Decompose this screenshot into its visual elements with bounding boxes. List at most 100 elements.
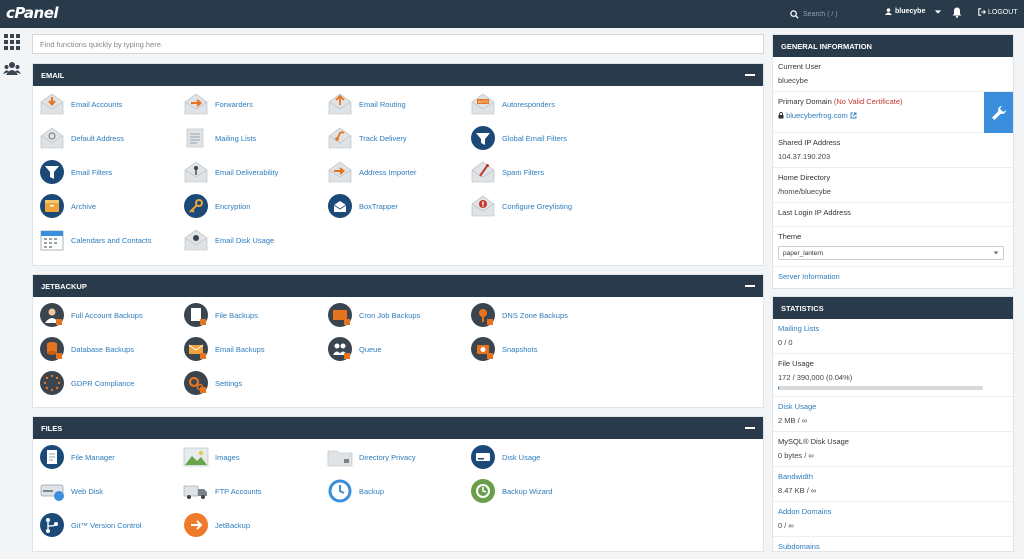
- feature-global-email-filters[interactable]: Global Email Filters: [470, 125, 610, 151]
- stat-label: File Usage: [778, 359, 814, 368]
- feature-forwarders[interactable]: Forwarders: [183, 91, 323, 117]
- feature-gdpr-compliance[interactable]: GDPR Compliance: [39, 370, 179, 396]
- username-label: bluecybe: [895, 8, 926, 15]
- snapshot-icon: [470, 336, 496, 362]
- feature-track-delivery[interactable]: Track Delivery: [327, 125, 467, 151]
- stat-row: Bandwidth 8.47 KB / ∞: [773, 467, 1013, 502]
- general-info-header: GENERAL INFORMATION: [773, 35, 1013, 57]
- collapse-icon[interactable]: [745, 427, 755, 429]
- email-backup-icon: [183, 336, 209, 362]
- feature-address-importer[interactable]: Address Importer: [327, 159, 467, 185]
- email-panel-title: EMAIL: [41, 70, 65, 80]
- feature-mailing-lists[interactable]: Mailing Lists: [183, 125, 323, 151]
- feature-backup-wizard[interactable]: Backup Wizard: [470, 478, 610, 504]
- feature-archive[interactable]: Archive: [39, 193, 179, 219]
- feature-snapshots[interactable]: Snapshots: [470, 336, 610, 362]
- feature-web-disk[interactable]: Web Disk: [39, 478, 179, 504]
- wrench-button[interactable]: [984, 92, 1013, 133]
- feature-label: BoxTrapper: [359, 201, 398, 211]
- feature-autoresponders[interactable]: AUTO Autoresponders: [470, 91, 610, 117]
- feature-full-account-backups[interactable]: Full Account Backups: [39, 302, 179, 328]
- feature-default-address[interactable]: Default Address: [39, 125, 179, 151]
- email-panel-header[interactable]: EMAIL: [33, 64, 763, 86]
- feature-label: Autoresponders: [502, 99, 555, 109]
- feature-backup[interactable]: Backup: [327, 478, 467, 504]
- feature-email-accounts[interactable]: Email Accounts: [39, 91, 179, 117]
- stat-label[interactable]: Subdomains: [778, 542, 1008, 551]
- stat-row: Addon Domains 0 / ∞: [773, 502, 1013, 537]
- jetbackup-panel-header[interactable]: JETBACKUP: [33, 275, 763, 297]
- feature-jetbackup[interactable]: JetBackup: [183, 512, 323, 538]
- feature-email-backups[interactable]: Email Backups: [183, 336, 323, 362]
- primary-domain-label-wrap: Primary Domain (No Valid Certificate): [778, 97, 1008, 106]
- external-link-icon[interactable]: [850, 112, 857, 119]
- feature-email-disk-usage[interactable]: Email Disk Usage: [183, 227, 323, 253]
- feature-encryption[interactable]: Encryption: [183, 193, 323, 219]
- feature-database-backups[interactable]: Database Backups: [39, 336, 179, 362]
- domain-link[interactable]: bluecyberfrog.com: [786, 111, 848, 120]
- feature-email-routing[interactable]: Email Routing: [327, 91, 467, 117]
- stat-label[interactable]: Bandwidth: [778, 472, 1008, 481]
- files-panel-header[interactable]: FILES: [33, 417, 763, 439]
- web-disk-icon: [39, 478, 65, 504]
- top-search-input[interactable]: [803, 8, 883, 20]
- feature-label: Git™ Version Control: [71, 520, 142, 530]
- envelope-import-icon: [327, 159, 353, 185]
- server-info-link[interactable]: Server Information: [778, 272, 840, 281]
- quick-search-input[interactable]: [32, 34, 764, 54]
- top-search[interactable]: [790, 8, 883, 20]
- chevron-down-icon: [993, 251, 999, 255]
- collapse-icon[interactable]: [745, 74, 755, 76]
- notifications-bell[interactable]: [952, 7, 962, 20]
- feature-git-version-control[interactable]: Git™ Version Control: [39, 512, 179, 538]
- feature-configure-greylisting[interactable]: Configure Greylisting: [470, 193, 610, 219]
- grid-apps-icon[interactable]: [3, 33, 21, 51]
- stat-row: Mailing Lists 0 / 0: [773, 319, 1013, 354]
- feature-label: JetBackup: [215, 520, 251, 530]
- stat-label[interactable]: Disk Usage: [778, 402, 1008, 411]
- cron-backup-icon: [327, 302, 353, 328]
- envelope-at-icon: [39, 125, 65, 151]
- theme-select[interactable]: paper_lantern: [778, 246, 1004, 260]
- stat-label[interactable]: Mailing Lists: [778, 324, 1008, 333]
- theme-select-value: paper_lantern: [783, 249, 824, 257]
- file-backup-icon: [183, 302, 209, 328]
- feature-settings[interactable]: Settings: [183, 370, 323, 396]
- logout-button[interactable]: LOGOUT: [978, 8, 1018, 16]
- feature-boxtrapper[interactable]: BoxTrapper: [327, 193, 467, 219]
- user-menu[interactable]: bluecybe: [885, 8, 942, 15]
- envelope-arrow-down-icon: [39, 91, 65, 117]
- feature-email-deliverability[interactable]: Email Deliverability: [183, 159, 323, 185]
- feature-file-backups[interactable]: File Backups: [183, 302, 323, 328]
- jetbackup-icon: [183, 512, 209, 538]
- feature-spam-filters[interactable]: Spam Filters: [470, 159, 610, 185]
- shared-ip-label: Shared IP Address: [778, 138, 841, 147]
- collapse-icon[interactable]: [745, 285, 755, 287]
- feature-label: Database Backups: [71, 344, 134, 354]
- statistics-panel: STATISTICS Mailing Lists 0 / 0 File Usage 1…: [772, 296, 1014, 552]
- feature-label: Email Routing: [359, 99, 406, 109]
- envelope-auto-icon: AUTO: [470, 91, 496, 117]
- feature-calendars-and-contacts[interactable]: Calendars and Contacts: [39, 227, 179, 253]
- feature-email-filters[interactable]: Email Filters: [39, 159, 179, 185]
- feature-images[interactable]: Images: [183, 444, 323, 470]
- stat-value: 0 / 0: [778, 338, 793, 347]
- feature-label: Email Disk Usage: [215, 235, 275, 245]
- feature-file-manager[interactable]: File Manager: [39, 444, 179, 470]
- feature-queue[interactable]: Queue: [327, 336, 467, 362]
- cpanel-logo[interactable]: cPanel: [6, 4, 59, 22]
- users-group-icon[interactable]: [3, 60, 21, 78]
- feature-label: Settings: [215, 378, 243, 388]
- feature-label: Email Backups: [215, 344, 265, 354]
- stat-label[interactable]: Addon Domains: [778, 507, 1008, 516]
- feature-disk-usage[interactable]: Disk Usage: [470, 444, 610, 470]
- feature-directory-privacy[interactable]: Directory Privacy: [327, 444, 467, 470]
- user-icon: [885, 8, 892, 15]
- feature-dns-zone-backups[interactable]: DNS Zone Backups: [470, 302, 610, 328]
- stat-value: 0 bytes / ∞: [778, 451, 814, 460]
- feature-cron-job-backups[interactable]: Cron Job Backups: [327, 302, 467, 328]
- feature-label: Web Disk: [71, 486, 103, 496]
- backup-wizard-icon: [470, 478, 496, 504]
- feature-ftp-accounts[interactable]: FTP Accounts: [183, 478, 323, 504]
- shared-ip-value: 104.37.190.203: [778, 152, 831, 161]
